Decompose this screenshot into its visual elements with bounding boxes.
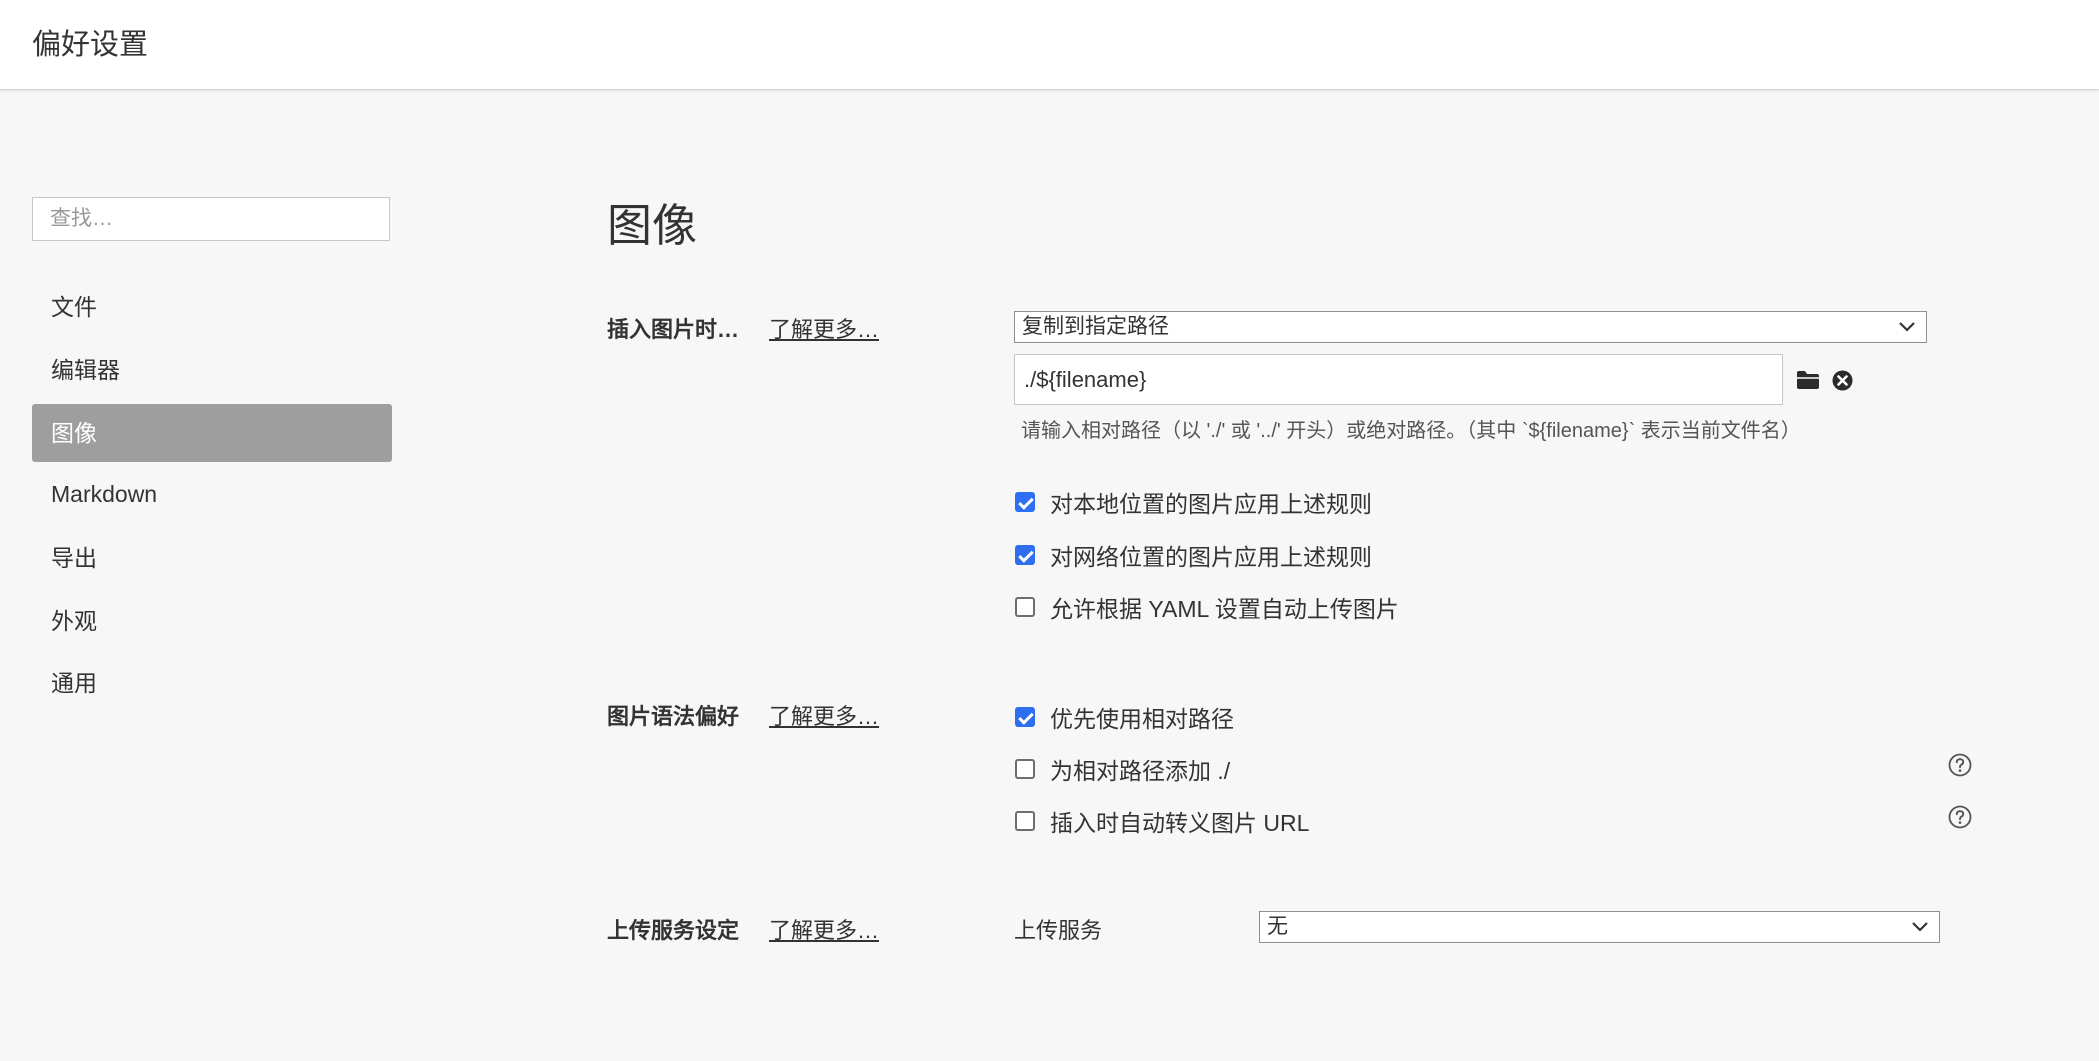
add-dot-slash-checkbox[interactable]: 为相对路径添加 ./ <box>1015 752 1230 786</box>
upload-service-field-label: 上传服务 <box>1014 918 1103 943</box>
upload-service-select[interactable]: 无 <box>1259 911 1940 943</box>
checkbox-box[interactable] <box>1015 492 1035 512</box>
help-icon[interactable] <box>1948 753 1972 777</box>
checkbox-box[interactable] <box>1015 759 1035 779</box>
checkbox-label: 优先使用相对路径 <box>1050 706 1234 732</box>
sidebar-item-file[interactable]: 文件 <box>32 278 392 336</box>
sidebar-item-export[interactable]: 导出 <box>32 529 392 587</box>
image-path-input[interactable] <box>1014 354 1783 405</box>
checkbox-box[interactable] <box>1015 545 1035 565</box>
search-input[interactable] <box>32 197 390 241</box>
checkbox-box[interactable] <box>1015 597 1035 617</box>
insert-image-learn-more-link[interactable]: 了解更多… <box>769 312 879 344</box>
help-icon[interactable] <box>1948 805 1972 829</box>
sidebar-item-image[interactable]: 图像 <box>32 404 392 462</box>
sidebar-item-markdown[interactable]: Markdown <box>32 465 392 523</box>
insert-action-select[interactable]: 复制到指定路径 <box>1014 311 1927 343</box>
path-hint-text: 请输入相对路径（以 './' 或 '../' 开头）或绝对路径。（其中 `${f… <box>1021 420 1801 442</box>
sidebar-item-editor[interactable]: 编辑器 <box>32 341 392 399</box>
checkbox-label: 对本地位置的图片应用上述规则 <box>1050 491 1372 517</box>
yaml-auto-upload-checkbox[interactable]: 允许根据 YAML 设置自动上传图片 <box>1015 590 1399 624</box>
checkbox-label: 对网络位置的图片应用上述规则 <box>1050 544 1372 570</box>
upload-service-value: 无 <box>1267 915 1288 938</box>
folder-icon[interactable] <box>1796 370 1820 390</box>
image-syntax-learn-more-link[interactable]: 了解更多… <box>769 699 879 731</box>
image-syntax-label: 图片语法偏好 <box>607 704 740 729</box>
checkbox-box[interactable] <box>1015 811 1035 831</box>
clear-icon[interactable] <box>1832 370 1853 391</box>
title-bar: 偏好设置 <box>0 0 2099 90</box>
checkbox-label: 插入时自动转义图片 URL <box>1050 810 1310 836</box>
upload-service-section-label: 上传服务设定 <box>607 918 740 943</box>
insert-image-label: 插入图片时… <box>607 317 740 342</box>
upload-service-learn-more-link[interactable]: 了解更多… <box>769 913 879 945</box>
prefer-relative-path-checkbox[interactable]: 优先使用相对路径 <box>1015 700 1234 734</box>
apply-local-images-checkbox[interactable]: 对本地位置的图片应用上述规则 <box>1015 485 1372 519</box>
window-title: 偏好设置 <box>32 29 149 61</box>
chevron-down-icon <box>1912 922 1928 932</box>
insert-action-value: 复制到指定路径 <box>1022 315 1169 338</box>
page-title: 图像 <box>607 200 698 251</box>
checkbox-label: 允许根据 YAML 设置自动上传图片 <box>1050 596 1399 622</box>
chevron-down-icon <box>1899 322 1915 332</box>
checkbox-box[interactable] <box>1015 707 1035 727</box>
checkbox-label: 为相对路径添加 ./ <box>1050 758 1231 784</box>
sidebar-item-appearance[interactable]: 外观 <box>32 592 392 650</box>
escape-url-checkbox[interactable]: 插入时自动转义图片 URL <box>1015 804 1309 838</box>
apply-network-images-checkbox[interactable]: 对网络位置的图片应用上述规则 <box>1015 538 1372 572</box>
sidebar-item-general[interactable]: 通用 <box>32 654 392 712</box>
